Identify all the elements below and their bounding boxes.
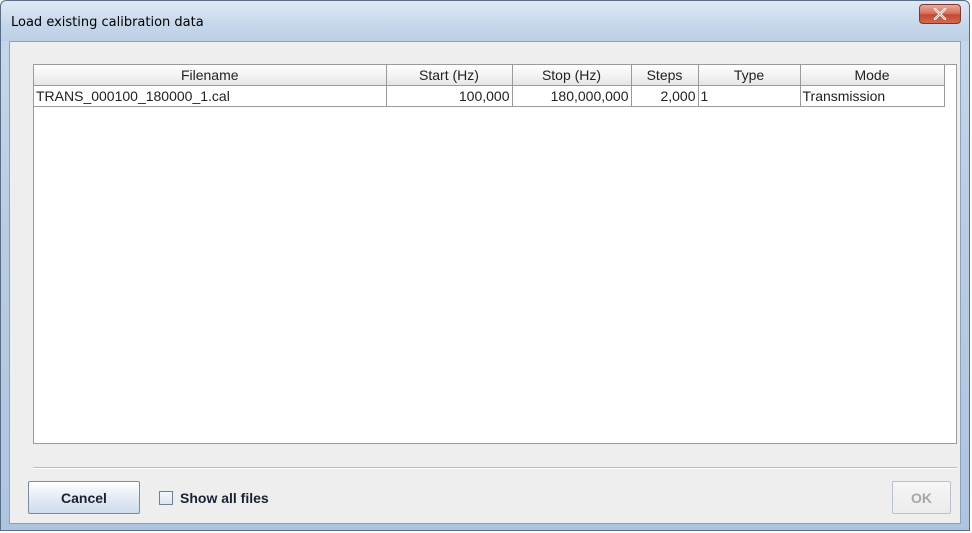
show-all-files-toggle[interactable]: Show all files bbox=[159, 489, 269, 507]
table-header-row: Filename Start (Hz) Stop (Hz) Steps Type… bbox=[34, 65, 945, 86]
ok-button[interactable]: OK bbox=[892, 481, 951, 514]
column-header-filename[interactable]: Filename bbox=[34, 65, 387, 86]
calibration-file-table: Filename Start (Hz) Stop (Hz) Steps Type… bbox=[33, 64, 957, 444]
dialog-title: Load existing calibration data bbox=[11, 15, 204, 30]
close-icon bbox=[933, 8, 947, 20]
dialog-content: Filename Start (Hz) Stop (Hz) Steps Type… bbox=[9, 41, 961, 524]
table-row[interactable]: TRANS_000100_180000_1.cal 100,000 180,00… bbox=[34, 85, 945, 107]
show-all-files-checkbox[interactable] bbox=[159, 491, 173, 505]
column-header-stop[interactable]: Stop (Hz) bbox=[511, 65, 632, 86]
column-header-steps[interactable]: Steps bbox=[630, 65, 699, 86]
close-button[interactable] bbox=[919, 4, 961, 24]
cell-steps[interactable]: 2,000 bbox=[630, 85, 699, 107]
column-header-mode[interactable]: Mode bbox=[799, 65, 945, 86]
cell-filename[interactable]: TRANS_000100_180000_1.cal bbox=[34, 85, 387, 107]
ok-button-label: OK bbox=[911, 489, 932, 506]
dialog-window: Load existing calibration data Filename … bbox=[0, 0, 970, 531]
calibration-table: Filename Start (Hz) Stop (Hz) Steps Type… bbox=[34, 65, 945, 107]
title-bar[interactable]: Load existing calibration data bbox=[1, 1, 969, 41]
footer-divider bbox=[33, 467, 957, 469]
cell-start[interactable]: 100,000 bbox=[385, 85, 513, 107]
cancel-button-label: Cancel bbox=[61, 489, 107, 506]
show-all-files-label: Show all files bbox=[180, 490, 269, 506]
cell-mode[interactable]: Transmission bbox=[799, 85, 945, 107]
column-header-type[interactable]: Type bbox=[697, 65, 801, 86]
column-header-start[interactable]: Start (Hz) bbox=[385, 65, 513, 86]
cell-type[interactable]: 1 bbox=[697, 85, 801, 107]
cancel-button[interactable]: Cancel bbox=[28, 481, 140, 514]
cell-stop[interactable]: 180,000,000 bbox=[511, 85, 632, 107]
